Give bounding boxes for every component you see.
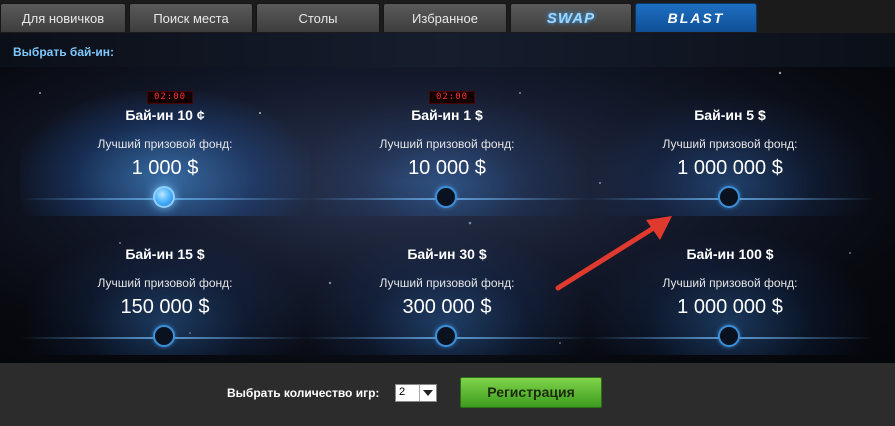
countdown-timer: 02:00 <box>147 91 193 104</box>
games-count-value: 2 <box>399 386 406 398</box>
panel-header: Выбрать бай-ин: <box>0 33 895 67</box>
footer-bar: Выбрать количество игр: 2 Регистрация <box>0 363 895 426</box>
buyin-label: Бай-ин 15 $ <box>125 246 205 262</box>
choose-buyin-title: Выбрать бай-ин: <box>13 45 114 59</box>
blast-lobby-window: Для новичков Поиск места Столы Избранное… <box>0 0 895 426</box>
tab-favorites[interactable]: Избранное <box>383 3 507 32</box>
buyin-label: Бай-ин 10 ¢ <box>125 107 205 123</box>
buyin-label: Бай-ин 30 $ <box>407 246 487 262</box>
buyin-radio[interactable] <box>435 325 457 347</box>
tab-blast[interactable]: BLAST <box>635 3 757 32</box>
buyin-radio[interactable] <box>718 186 740 208</box>
buyin-option-10c[interactable]: 02:00 Бай-ин 10 ¢ Лучший призовой фонд: … <box>20 91 310 216</box>
prize-pool-label: Лучший призовой фонд: <box>379 137 515 151</box>
blast-logo: BLAST <box>667 10 725 26</box>
prize-pool-value: 10 000 $ <box>408 157 486 179</box>
tab-swap[interactable]: SWAP <box>510 3 632 32</box>
tab-label: Столы <box>298 11 338 26</box>
prize-pool-value: 300 000 $ <box>402 296 492 318</box>
buyin-option-15[interactable]: Бай-ин 15 $ Лучший призовой фонд: 150 00… <box>20 230 310 355</box>
games-count-select[interactable]: 2 <box>395 384 437 402</box>
buyin-radio[interactable] <box>153 325 175 347</box>
games-count-label: Выбрать количество игр: <box>227 386 380 400</box>
buyin-label: Бай-ин 5 $ <box>694 107 766 123</box>
tab-beginners[interactable]: Для новичков <box>0 3 126 32</box>
countdown-timer: 02:00 <box>429 91 475 104</box>
tab-seat-search[interactable]: Поиск места <box>129 3 253 32</box>
prize-pool-value: 1 000 000 $ <box>677 157 783 179</box>
buyin-radio[interactable] <box>153 186 175 208</box>
tab-tables[interactable]: Столы <box>256 3 380 32</box>
prize-pool-label: Лучший призовой фонд: <box>97 276 233 290</box>
prize-pool-label: Лучший призовой фонд: <box>97 137 233 151</box>
register-button[interactable]: Регистрация <box>460 377 602 408</box>
buyin-option-1[interactable]: 02:00 Бай-ин 1 $ Лучший призовой фонд: 1… <box>302 91 592 216</box>
buyin-label: Бай-ин 1 $ <box>411 107 483 123</box>
prize-pool-value: 1 000 000 $ <box>677 296 783 318</box>
buyin-option-5[interactable]: Бай-ин 5 $ Лучший призовой фонд: 1 000 0… <box>585 91 875 216</box>
prize-pool-value: 1 000 $ <box>131 157 199 179</box>
buyin-radio[interactable] <box>435 186 457 208</box>
buyin-option-30[interactable]: Бай-ин 30 $ Лучший призовой фонд: 300 00… <box>302 230 592 355</box>
prize-pool-value: 150 000 $ <box>120 296 210 318</box>
swap-logo: SWAP <box>546 10 596 27</box>
buyin-radio[interactable] <box>718 325 740 347</box>
tab-bar: Для новичков Поиск места Столы Избранное… <box>0 0 895 33</box>
tab-label: Поиск места <box>153 11 229 26</box>
tab-label: Избранное <box>412 11 478 26</box>
prize-pool-label: Лучший призовой фонд: <box>379 276 515 290</box>
buyin-panel: Выбрать бай-ин: 02:00 Бай-ин 10 ¢ Лучший… <box>0 33 895 363</box>
dropdown-arrow-icon <box>419 385 436 401</box>
tab-label: Для новичков <box>21 11 105 26</box>
prize-pool-label: Лучший призовой фонд: <box>662 137 798 151</box>
red-annotation-arrow-icon <box>555 216 672 291</box>
